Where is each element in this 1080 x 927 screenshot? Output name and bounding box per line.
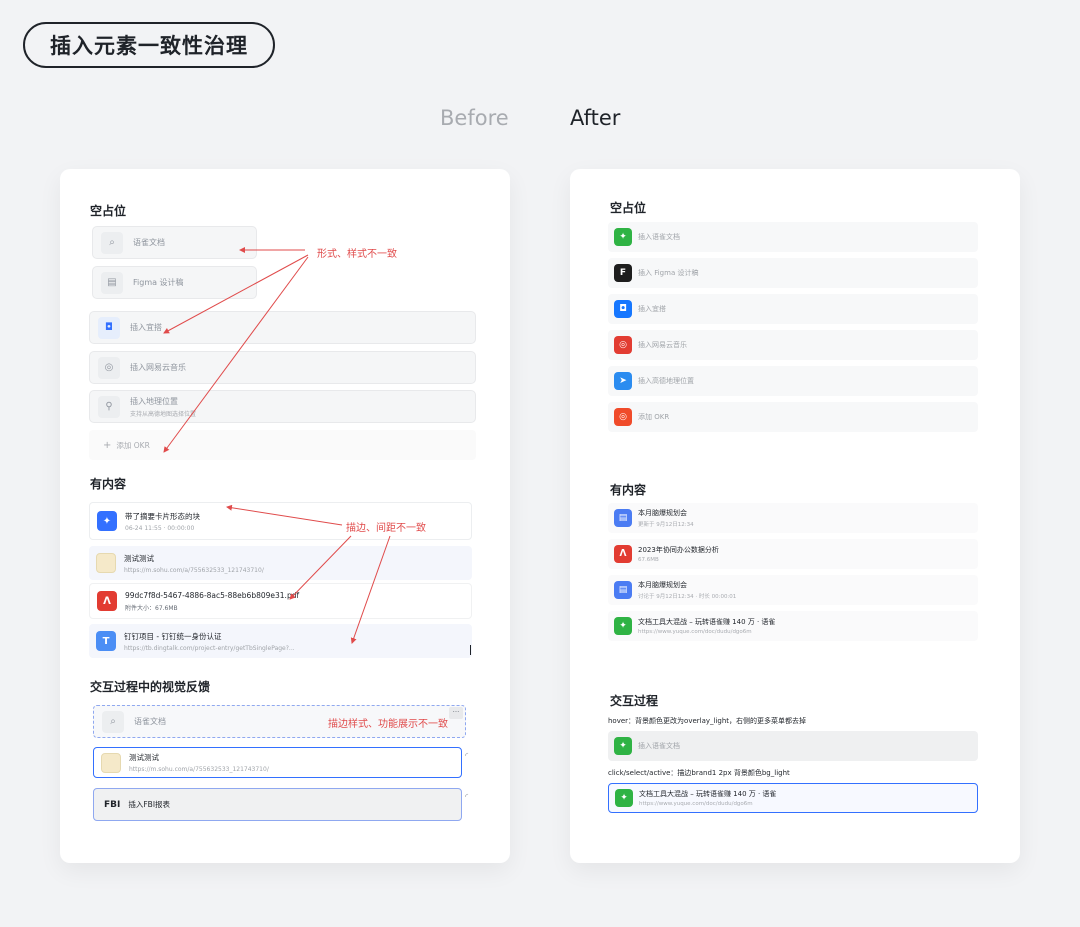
item-label: 插入语雀文档 — [638, 742, 680, 750]
item-label: 插入 Figma 设计稿 — [638, 269, 699, 277]
item-sub: 67.6MB — [638, 557, 659, 563]
item-title: 文档工具大混战 – 玩转语雀赚 140 万 · 语雀 — [638, 618, 776, 626]
yuque-icon: ✦ — [614, 737, 632, 755]
after-label: After — [570, 106, 621, 130]
item-title: 本月脑爆规划会 — [638, 581, 687, 589]
after-interaction-select-card[interactable]: ✦ 文档工具大混战 – 玩转语雀赚 140 万 · 语雀 https://www… — [608, 783, 978, 813]
figma-icon: F — [614, 264, 632, 282]
yuque-icon: ✦ — [615, 789, 633, 807]
doc-icon: ▤ — [614, 509, 632, 527]
item-label: 插入网易云音乐 — [638, 341, 687, 349]
before-label: Before — [440, 106, 509, 130]
click-note: click/select/active：描边brand1 2px 背景颜色bg_… — [608, 769, 790, 777]
after-panel: 空占位 ✦ 插入语雀文档 F 插入 Figma 设计稿 ◘ 插入宜搭 ◎ 插入网… — [570, 169, 1020, 863]
after-placeholder-yuque[interactable]: ✦ 插入语雀文档 — [608, 222, 978, 252]
annotation-arrows — [163, 247, 391, 644]
after-placeholder-location[interactable]: ➤ 插入高德地理位置 — [608, 366, 978, 396]
after-placeholder-yida[interactable]: ◘ 插入宜搭 — [608, 294, 978, 324]
hover-note: hover：背景颜色更改为overlay_light，右侧的更多菜单都去掉 — [608, 717, 807, 725]
after-interaction-title: 交互过程 — [610, 694, 659, 708]
item-title: 2023年协同办公数据分析 — [638, 546, 719, 554]
music-icon: ◎ — [614, 336, 632, 354]
item-sub: 更新于 9月12日12:34 — [638, 522, 694, 528]
item-label: 插入宜搭 — [638, 305, 666, 313]
yuque-icon: ✦ — [614, 228, 632, 246]
after-placeholder-title: 空占位 — [610, 201, 647, 215]
pdf-icon: ᐱ — [614, 545, 632, 563]
meeting-icon: ▤ — [614, 581, 632, 599]
after-placeholder-okr[interactable]: ◎ 添加 OKR — [608, 402, 978, 432]
after-content-item[interactable]: ✦ 文档工具大混战 – 玩转语雀赚 140 万 · 语雀 https://www… — [608, 611, 978, 641]
yuque-icon: ✦ — [614, 617, 632, 635]
page-title: 插入元素一致性治理 — [23, 22, 275, 68]
item-label: 插入语雀文档 — [638, 233, 680, 241]
after-content-item[interactable]: ᐱ 2023年协同办公数据分析 67.6MB — [608, 539, 978, 569]
item-title: 本月脑爆规划会 — [638, 509, 687, 517]
after-content-item[interactable]: ▤ 本月脑爆规划会 讨论于 9月12日12:34 · 时长 00:00:01 — [608, 575, 978, 605]
after-placeholder-music[interactable]: ◎ 插入网易云音乐 — [608, 330, 978, 360]
item-sub: https://www.yuque.com/doc/dudu/dgo6m — [639, 801, 753, 807]
item-label: 添加 OKR — [638, 413, 670, 421]
item-sub: https://www.yuque.com/doc/dudu/dgo6m — [638, 629, 752, 635]
item-title: 文档工具大混战 – 玩转语雀赚 140 万 · 语雀 — [639, 790, 777, 798]
location-icon: ➤ — [614, 372, 632, 390]
after-interaction-hover-card[interactable]: ✦ 插入语雀文档 — [608, 731, 978, 761]
after-content-item[interactable]: ▤ 本月脑爆规划会 更新于 9月12日12:34 — [608, 503, 978, 533]
before-panel: 空占位 ⌕ 语雀文档 ▤ Figma 设计稿 ◘ 插入宜搭 ◎ 插入网易云音乐 … — [60, 169, 510, 863]
after-placeholder-figma[interactable]: F 插入 Figma 设计稿 — [608, 258, 978, 288]
yida-icon: ◘ — [614, 300, 632, 318]
after-content-title: 有内容 — [610, 483, 647, 497]
okr-target-icon: ◎ — [614, 408, 632, 426]
item-sub: 讨论于 9月12日12:34 · 时长 00:00:01 — [638, 594, 737, 600]
item-label: 插入高德地理位置 — [638, 377, 694, 385]
